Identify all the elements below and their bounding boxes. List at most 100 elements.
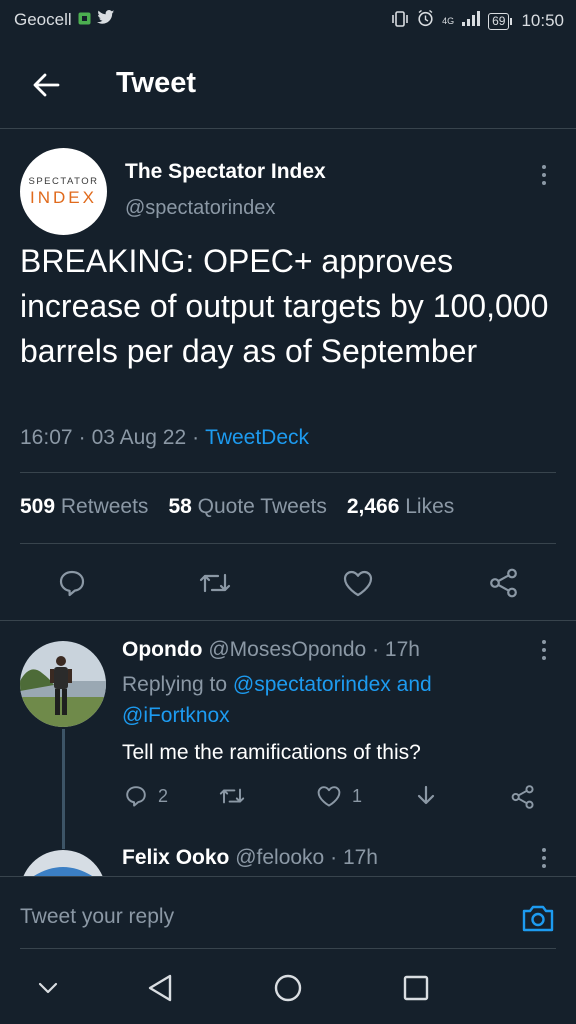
quote-tweets-stat[interactable]: 58 Quote Tweets bbox=[168, 495, 326, 519]
input-underline bbox=[20, 948, 556, 949]
avatar[interactable] bbox=[20, 850, 106, 876]
reply-tweet[interactable]: Opondo @MosesOpondo · 17h Replying to @s… bbox=[0, 621, 576, 851]
retweet-icon bbox=[219, 788, 245, 804]
tweet-screen: Geocell 4G 69 10:50 Tweet SPECTATOR INDE… bbox=[0, 0, 576, 1024]
status-bar: Geocell 4G 69 10:50 bbox=[0, 0, 576, 40]
reply-age: 17h bbox=[342, 846, 378, 869]
page-title: Tweet bbox=[116, 67, 197, 99]
circle-home-icon bbox=[274, 974, 302, 1002]
collapse-nav-button[interactable] bbox=[32, 972, 64, 1004]
likes-label: Likes bbox=[405, 495, 455, 518]
replying-to-label: Replying to bbox=[122, 673, 228, 696]
tweet-stats: 509 Retweets 58 Quote Tweets 2,466 Likes bbox=[20, 495, 454, 519]
like-icon bbox=[317, 786, 341, 807]
signal-icon bbox=[462, 11, 481, 31]
twitter-bird-icon bbox=[96, 10, 115, 30]
nav-home-button[interactable] bbox=[272, 972, 304, 1004]
replying-to: Replying to @spectatorindex and @iFortkn… bbox=[122, 669, 542, 731]
like-button[interactable] bbox=[342, 567, 374, 599]
status-left: Geocell bbox=[14, 10, 115, 30]
more-vertical-icon bbox=[542, 640, 546, 660]
author-handle[interactable]: @spectatorindex bbox=[125, 197, 275, 220]
likes-count: 2,466 bbox=[346, 495, 400, 518]
more-options-button[interactable] bbox=[532, 163, 556, 192]
share-icon bbox=[511, 785, 534, 809]
download-button[interactable] bbox=[414, 784, 438, 808]
like-icon bbox=[343, 570, 373, 597]
retweet-button[interactable] bbox=[199, 567, 231, 599]
reply-count: 2 bbox=[158, 785, 169, 806]
retweets-count: 509 bbox=[20, 495, 56, 518]
likes-stat[interactable]: 2,466 Likes bbox=[347, 495, 454, 519]
reply-tweet[interactable]: Felix Ooko @felooko · 17h bbox=[0, 836, 576, 876]
retweets-label: Retweets bbox=[60, 495, 149, 518]
share-icon bbox=[490, 568, 517, 598]
back-button[interactable] bbox=[26, 65, 66, 105]
nav-back-button[interactable] bbox=[144, 972, 176, 1004]
camera-icon bbox=[522, 905, 554, 932]
nav-recents-button[interactable] bbox=[400, 972, 432, 1004]
retweet-icon bbox=[199, 573, 231, 593]
battery-icon: 69 bbox=[488, 12, 513, 30]
reply-author-name[interactable]: Felix Ooko bbox=[122, 846, 229, 869]
reply-text: Tell me the ramifications of this? bbox=[122, 741, 421, 764]
status-right: 4G 69 10:50 bbox=[391, 9, 564, 32]
reply-icon bbox=[59, 570, 85, 597]
tweet-actions bbox=[0, 559, 576, 607]
retweet-button[interactable] bbox=[218, 784, 246, 808]
triangle-back-icon bbox=[148, 974, 172, 1002]
reply-header: Opondo @MosesOpondo · 17h bbox=[122, 638, 420, 662]
network-type: 4G bbox=[442, 15, 455, 26]
more-vertical-icon bbox=[542, 165, 546, 185]
retweets-stat[interactable]: 509 Retweets bbox=[20, 495, 148, 519]
reply-actions: 2 1 bbox=[122, 784, 552, 814]
share-button[interactable] bbox=[510, 784, 536, 810]
mention-conjunction[interactable]: and bbox=[397, 673, 432, 696]
reply-composer: Tweet your reply bbox=[0, 876, 576, 951]
mention-link[interactable]: @iFortknox bbox=[122, 704, 230, 727]
reply-age: 17h bbox=[384, 638, 420, 661]
more-options-button[interactable] bbox=[532, 846, 556, 875]
mention-link[interactable]: @spectatorindex bbox=[233, 673, 391, 696]
quote-tweets-label: Quote Tweets bbox=[197, 495, 327, 518]
tweet-time: 16:07 bbox=[20, 426, 73, 449]
share-button[interactable] bbox=[488, 567, 520, 599]
camera-button[interactable] bbox=[520, 900, 556, 936]
quote-tweets-count: 58 bbox=[168, 495, 192, 518]
tweet-source-link[interactable]: TweetDeck bbox=[205, 426, 309, 450]
reply-author-handle[interactable]: @felooko bbox=[235, 846, 324, 869]
reply-author-handle[interactable]: @MosesOpondo bbox=[208, 638, 366, 661]
like-button[interactable]: 1 bbox=[316, 784, 362, 808]
square-recents-icon bbox=[403, 975, 429, 1001]
profile-photo bbox=[20, 641, 106, 727]
avatar-logo-line1: SPECTATOR bbox=[28, 175, 99, 187]
reply-header: Felix Ooko @felooko · 17h bbox=[122, 846, 378, 870]
tweet-date: 03 Aug 22 bbox=[91, 426, 187, 449]
avatar[interactable]: SPECTATOR INDEX bbox=[20, 148, 107, 235]
reply-separator: · bbox=[372, 638, 380, 661]
tweet-text: BREAKING: OPEC+ approves increase of out… bbox=[20, 243, 549, 369]
avatar-logo-line2: INDEX bbox=[30, 187, 97, 207]
vibrate-icon bbox=[391, 10, 409, 32]
app-header: Tweet bbox=[0, 40, 576, 129]
status-time: 10:50 bbox=[521, 11, 564, 30]
thread-line bbox=[62, 729, 65, 849]
like-count: 1 bbox=[352, 785, 363, 806]
download-icon bbox=[417, 785, 435, 805]
more-vertical-icon bbox=[542, 848, 546, 868]
system-nav-bar bbox=[0, 950, 576, 1024]
reply-button[interactable] bbox=[56, 567, 88, 599]
reply-input[interactable]: Tweet your reply bbox=[20, 905, 174, 929]
more-options-button[interactable] bbox=[532, 638, 556, 667]
divider bbox=[20, 543, 556, 544]
author-name[interactable]: The Spectator Index bbox=[125, 160, 326, 184]
avatar[interactable] bbox=[20, 641, 106, 727]
reply-author-name[interactable]: Opondo bbox=[122, 638, 202, 661]
arrow-left-icon bbox=[33, 73, 60, 97]
carrier-name: Geocell bbox=[14, 10, 72, 29]
chevron-down-icon bbox=[38, 982, 58, 994]
profile-photo bbox=[20, 850, 106, 876]
reply-button[interactable]: 2 bbox=[124, 784, 168, 808]
divider bbox=[20, 472, 556, 473]
reply-separator: · bbox=[330, 846, 338, 869]
